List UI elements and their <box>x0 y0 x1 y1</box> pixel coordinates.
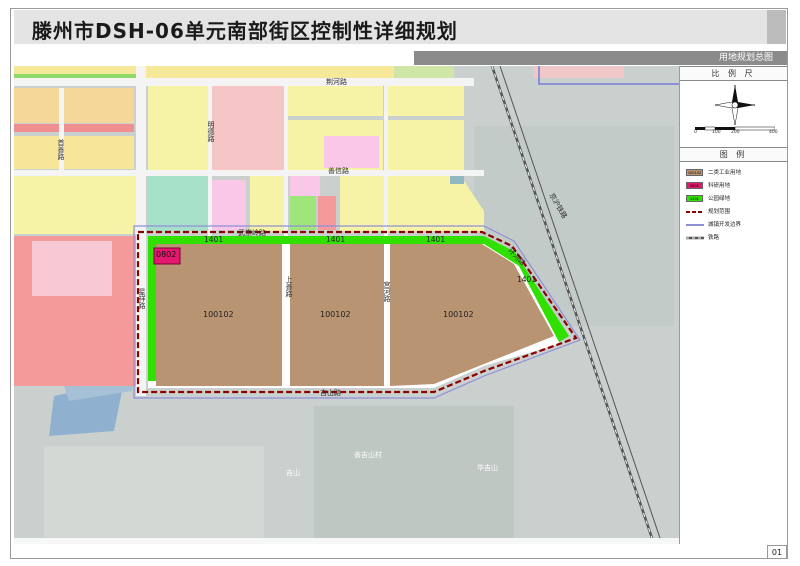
legend-swatch-railway <box>686 236 704 240</box>
legend-label-railway: 铁路 <box>708 235 720 241</box>
legend-title: 图 例 <box>680 147 787 162</box>
block-left-1 <box>14 88 59 123</box>
top-strip-green-2 <box>394 66 454 78</box>
block-mid-magenta <box>324 136 379 168</box>
block-mid-4 <box>388 86 464 116</box>
block-left-3 <box>64 88 134 123</box>
place-label-village-a: 善吉山村 <box>354 451 382 459</box>
legend-item-railway: 铁路 <box>686 233 786 243</box>
legend-label-urban-boundary: 城镇开发边界 <box>708 222 742 228</box>
road-label-shanxin: 善信路 <box>328 167 349 175</box>
scale-tick-200: 200 <box>731 130 740 135</box>
green-label-2: 1401 <box>326 235 346 244</box>
legend-swatch-industrial: 100102 <box>686 169 703 176</box>
block-pink-2 <box>212 180 246 230</box>
scale-title: 比 例 尺 <box>680 66 787 81</box>
legend-swatch-urban-boundary <box>686 224 704 226</box>
block-pink-3 <box>290 176 320 196</box>
plot-label-a: 100102 <box>203 310 234 319</box>
satellite-patch-village <box>314 406 514 544</box>
legend-label-park: 公园绿地 <box>708 196 731 202</box>
block-left-pink <box>32 241 112 296</box>
map-canvas: 荆河路 明德路 首善路 善信路 武崇岭路 上善路 宫河路 星祥路 吉山路 京沪铁… <box>14 66 679 544</box>
road-mingde <box>208 86 212 236</box>
plot-label-c: 100102 <box>443 310 474 319</box>
road-jinghe <box>14 78 474 86</box>
road-label-shouyi: 首善路 <box>57 139 65 160</box>
road-label-jinghe: 荆河路 <box>326 78 347 86</box>
place-label-village-b: 华吉山 <box>477 464 498 472</box>
legend-item-park: 1401 公园绿地 <box>686 194 786 204</box>
plot-label-b: 100102 <box>320 310 351 319</box>
road-label-gonghe: 宫河路 <box>383 281 391 302</box>
scale-tick-400: 400 <box>769 130 778 135</box>
block-green-small <box>290 196 316 230</box>
page-number: 01 <box>767 545 787 559</box>
title-bar-end-block <box>767 10 786 44</box>
legend-label-industrial: 二类工业用地 <box>708 170 742 176</box>
legend-label-research: 科研用地 <box>708 183 731 189</box>
road-label-shangxian: 上善路 <box>285 276 293 297</box>
block-mid-1 <box>148 86 208 171</box>
block-cyan <box>148 176 208 231</box>
block-mid-5 <box>388 120 464 170</box>
plot-label-research: 0802 <box>156 250 177 259</box>
legend-item-research: 0802 科研用地 <box>686 181 786 191</box>
scale-tick-100: 100 <box>712 130 721 135</box>
block-mid-2 <box>288 86 383 116</box>
block-mid-7 <box>340 176 386 231</box>
block-red-small <box>318 196 336 230</box>
top-strip-green <box>14 74 136 78</box>
satellite-patch-field <box>44 446 264 544</box>
road-label-mingde: 明德路 <box>207 121 215 142</box>
legend-item-industrial: 100102 二类工业用地 <box>686 168 786 178</box>
block-left-2 <box>14 136 59 169</box>
road-label-jishan: 吉山路 <box>320 389 341 397</box>
scale-tick-0: 0 <box>694 130 697 135</box>
legend-item-urban-boundary: 城镇开发边界 <box>686 220 786 230</box>
legend-swatch-planning-boundary <box>686 211 704 213</box>
green-label-3: 1401 <box>426 235 446 244</box>
place-label-jishan: 吉山 <box>286 469 300 477</box>
map-subtitle: 用地规划总图 <box>718 53 773 63</box>
north-arrow-icon <box>714 85 755 126</box>
map-bottom-edge <box>14 538 679 544</box>
green-label-1: 1401 <box>204 235 224 244</box>
legend-label-planning-boundary: 规划范围 <box>708 209 731 215</box>
legend-panel: 比 例 尺 0 100 200 400 图 例 100102 二类工业用地 08… <box>679 66 787 544</box>
road-label-xiangyun: 星祥路 <box>138 288 146 309</box>
block-left-5 <box>14 176 136 234</box>
top-strip-pink <box>534 66 624 78</box>
land-use-map <box>14 66 679 544</box>
block-mid-6 <box>250 176 284 231</box>
legend-swatch-park: 1401 <box>686 195 703 202</box>
block-left-red <box>14 124 59 132</box>
block-mid-pink <box>212 86 284 171</box>
block-left-red-2 <box>64 124 134 132</box>
green-label-4: 1401 <box>517 275 537 284</box>
legend-swatch-research: 0802 <box>686 182 703 189</box>
road-label-wuchongyi: 武崇岭路 <box>238 229 266 237</box>
legend-item-planning-boundary: 规划范围 <box>686 207 786 217</box>
block-left-4 <box>64 136 134 169</box>
road-shanxin <box>14 170 484 176</box>
subtitle-bar: 用地规划总图 <box>414 51 787 65</box>
map-title: 滕州市DSH-06单元南部街区控制性详细规划 <box>32 19 458 43</box>
top-strip-residential-2 <box>146 66 396 78</box>
